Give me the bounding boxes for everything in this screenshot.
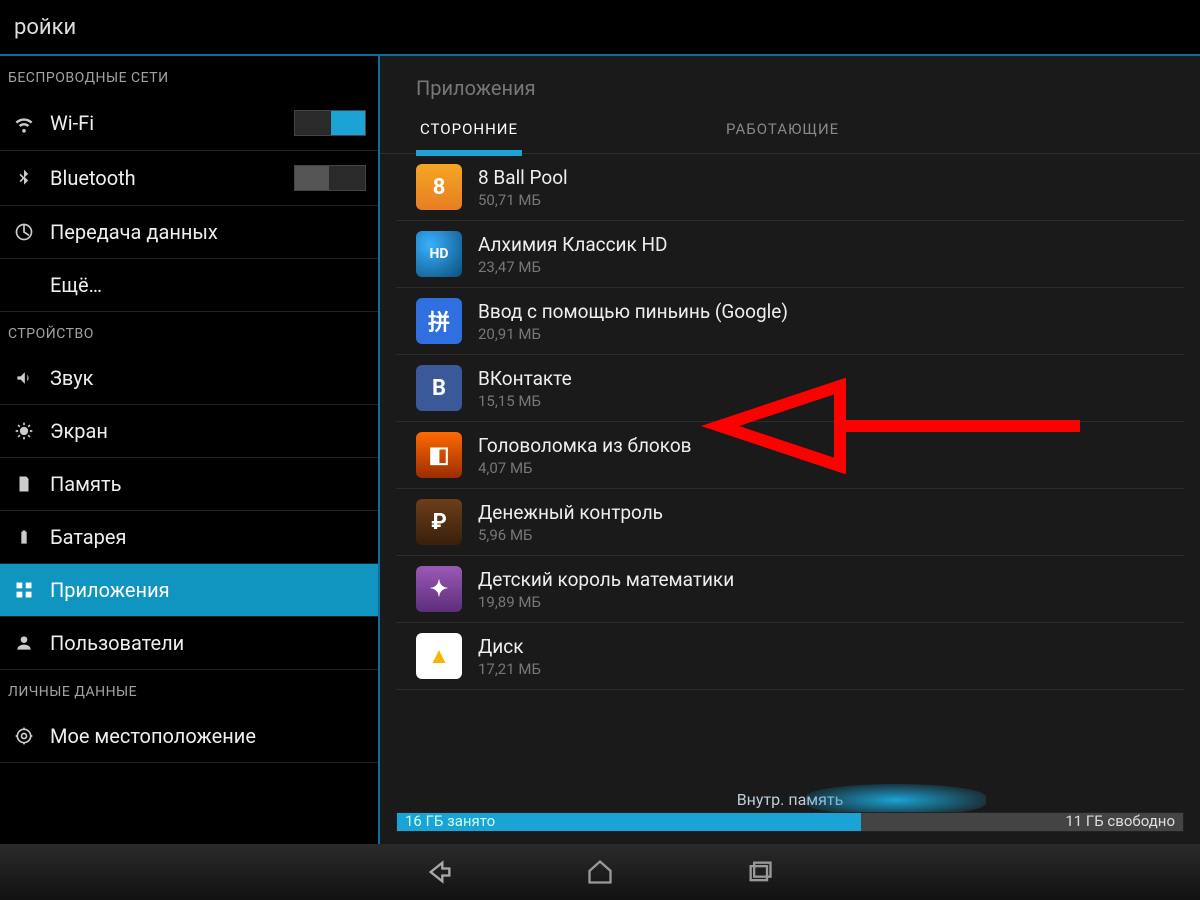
sidebar-item-label: Wi-Fi [50, 111, 280, 135]
sidebar-item-more[interactable]: Ещё… [0, 259, 378, 312]
location-icon [12, 724, 36, 748]
app-icon-math: ✦ [416, 566, 462, 612]
app-size: 23,47 МБ [478, 258, 668, 276]
app-row[interactable]: ▲ Диск 17,21 МБ [396, 623, 1184, 690]
sidebar-item-label: Мое местоположение [50, 724, 366, 748]
app-row[interactable]: ✦ Детский король математики 19,89 МБ [396, 556, 1184, 623]
data-usage-icon [12, 220, 36, 244]
sidebar-item-label: Ещё… [50, 273, 366, 297]
wifi-toggle[interactable]: I [294, 110, 366, 136]
app-size: 17,21 МБ [478, 660, 541, 678]
sidebar-item-label: Батарея [50, 525, 366, 549]
wifi-icon [12, 111, 36, 135]
bluetooth-icon [12, 166, 36, 190]
page-title-bar: ройки [0, 0, 1200, 56]
apps-icon [12, 578, 36, 602]
sidebar-item-users[interactable]: Пользователи [0, 617, 378, 670]
sidebar-item-apps[interactable]: Приложения [0, 564, 378, 617]
sidebar-section-wireless: БЕСПРОВОДНЫЕ СЕТИ [0, 56, 378, 96]
sidebar-item-sound[interactable]: Звук [0, 352, 378, 405]
app-name: Ввод с помощью пиньинь (Google) [478, 300, 788, 323]
app-name: Детский король математики [478, 568, 734, 591]
sidebar-item-display[interactable]: Экран [0, 405, 378, 458]
storage-used: 16 ГБ занято [405, 812, 495, 830]
sidebar-item-label: Bluetooth [50, 166, 280, 190]
nav-back-button[interactable] [420, 852, 460, 892]
app-size: 5,96 МБ [478, 526, 663, 544]
sidebar-item-wifi[interactable]: Wi-Fi I [0, 96, 378, 151]
apps-list[interactable]: 8 8 Ball Pool 50,71 МБ HD Алхимия Класси… [380, 154, 1200, 690]
app-name: 8 Ball Pool [478, 166, 568, 189]
sidebar-section-personal: ЛИЧНЫЕ ДАННЫЕ [0, 670, 378, 710]
sidebar-item-label: Память [50, 472, 366, 496]
sidebar-item-bluetooth[interactable]: Bluetooth O [0, 151, 378, 206]
app-name: ВКонтакте [478, 367, 572, 390]
sidebar-section-device: СТРОЙСТВО [0, 312, 378, 352]
storage-icon [12, 472, 36, 496]
tab-running[interactable]: РАБОТАЮЩИЕ [722, 110, 843, 153]
app-name: Алхимия Классик HD [478, 233, 668, 256]
app-row[interactable]: ₽ Денежный контроль 5,96 МБ [396, 489, 1184, 556]
sidebar-item-location[interactable]: Мое местоположение [0, 710, 378, 763]
sidebar-item-label: Пользователи [50, 631, 366, 655]
nav-home-button[interactable] [580, 852, 620, 892]
sidebar-item-label: Приложения [50, 578, 366, 602]
display-icon [12, 419, 36, 443]
app-size: 20,91 МБ [478, 325, 788, 343]
tab-third-party[interactable]: СТОРОННИЕ [416, 110, 522, 156]
system-navbar [0, 844, 1200, 900]
sidebar-item-data-usage[interactable]: Передача данных [0, 206, 378, 259]
app-name: Головоломка из блоков [478, 434, 692, 457]
app-icon-blocks: ◧ [416, 432, 462, 478]
sound-icon [12, 366, 36, 390]
sidebar-item-label: Звук [50, 366, 366, 390]
app-icon-pinyin: 拼 [416, 298, 462, 344]
app-row[interactable]: HD Алхимия Классик HD 23,47 МБ [396, 221, 1184, 288]
app-name: Диск [478, 635, 541, 658]
nav-recent-button[interactable] [740, 852, 780, 892]
battery-icon [12, 525, 36, 549]
storage-bar: Внутр. память 16 ГБ занято 11 ГБ свободн… [396, 790, 1184, 838]
app-row-vkontakte[interactable]: В ВКонтакте 15,15 МБ [396, 355, 1184, 422]
page-title: ройки [14, 15, 76, 40]
app-row[interactable]: ◧ Головоломка из блоков 4,07 МБ [396, 422, 1184, 489]
sidebar-item-label: Экран [50, 419, 366, 443]
apps-tabs: СТОРОННИЕ РАБОТАЮЩИЕ [380, 110, 1200, 154]
app-row[interactable]: 拼 Ввод с помощью пиньинь (Google) 20,91 … [396, 288, 1184, 355]
app-icon-money: ₽ [416, 499, 462, 545]
settings-sidebar: БЕСПРОВОДНЫЕ СЕТИ Wi-Fi I Bluetooth O Пе… [0, 56, 380, 844]
app-icon-8ball: 8 [416, 164, 462, 210]
app-icon-disk: ▲ [416, 633, 462, 679]
app-icon-vk: В [416, 365, 462, 411]
app-size: 4,07 МБ [478, 459, 692, 477]
app-size: 50,71 МБ [478, 191, 568, 209]
app-size: 19,89 МБ [478, 593, 734, 611]
apps-pane: Приложения СТОРОННИЕ РАБОТАЮЩИЕ 8 8 Ball… [380, 56, 1200, 844]
app-name: Денежный контроль [478, 501, 663, 524]
bluetooth-toggle[interactable]: O [294, 165, 366, 191]
sidebar-item-battery[interactable]: Батарея [0, 511, 378, 564]
app-row[interactable]: 8 8 Ball Pool 50,71 МБ [396, 154, 1184, 221]
users-icon [12, 631, 36, 655]
storage-free: 11 ГБ свободно [1065, 812, 1175, 830]
sidebar-item-storage[interactable]: Память [0, 458, 378, 511]
app-icon-alchemy: HD [416, 231, 462, 277]
sidebar-item-label: Передача данных [50, 220, 366, 244]
app-size: 15,15 МБ [478, 392, 572, 410]
blank-icon [12, 273, 36, 297]
pane-title: Приложения [380, 56, 1200, 110]
